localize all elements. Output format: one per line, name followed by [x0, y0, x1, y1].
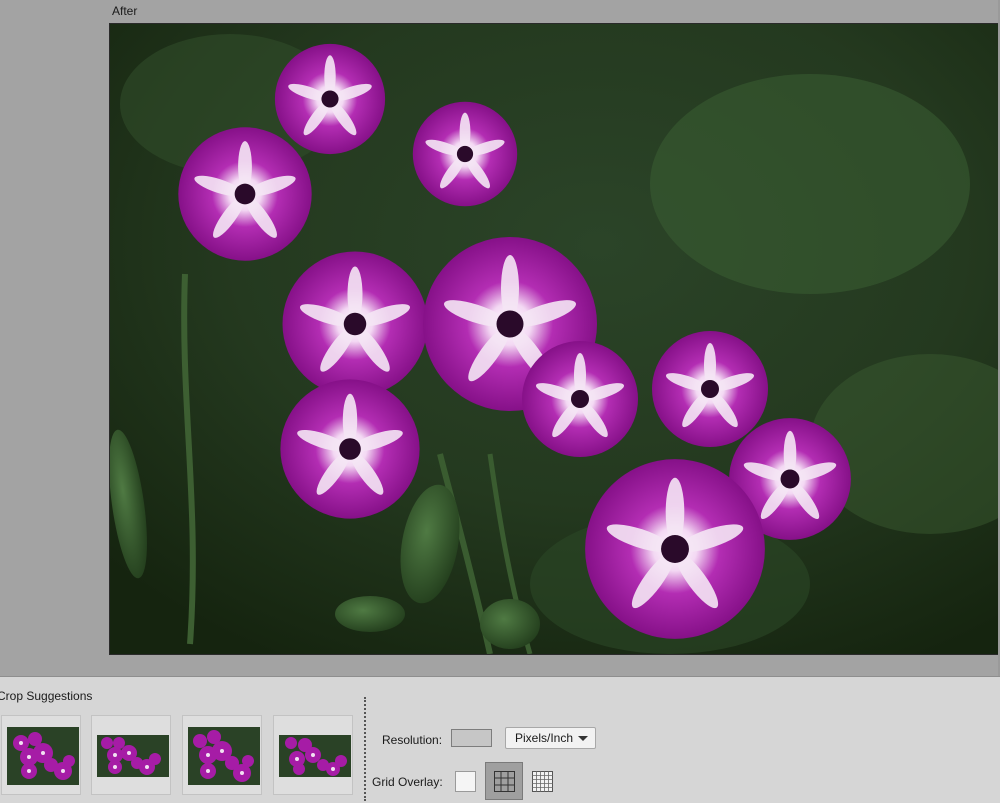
crop-suggestions-title: Crop Suggestions: [0, 689, 93, 703]
crop-suggestion-thumbnail[interactable]: [1, 715, 81, 795]
resolution-label: Resolution:: [382, 733, 443, 747]
crop-suggestion-thumbnail[interactable]: [91, 715, 171, 795]
crop-suggestion-image: [188, 727, 260, 785]
crop-suggestion-image: [279, 735, 351, 777]
crop-suggestion-thumbnail[interactable]: [182, 715, 262, 795]
photo-preview[interactable]: [109, 23, 999, 655]
fine-grid-icon: [532, 771, 553, 792]
grid-rule-of-thirds-button[interactable]: [485, 762, 523, 800]
grid-fine-button[interactable]: [532, 771, 553, 792]
chevron-down-icon: [578, 736, 588, 741]
crop-suggestion-thumbnail[interactable]: [273, 715, 353, 795]
flower-photo: [110, 24, 998, 654]
crop-options-panel: Crop Suggestions Resolution: Pixels/Inch…: [0, 676, 1000, 803]
grid-none-button[interactable]: [455, 771, 476, 792]
resolution-units-value: Pixels/Inch: [515, 731, 574, 745]
section-divider: [364, 697, 366, 801]
crop-suggestion-image: [7, 727, 79, 785]
rule-of-thirds-grid-icon: [494, 771, 515, 792]
crop-suggestion-image: [97, 735, 169, 777]
resolution-input[interactable]: [451, 729, 492, 747]
preview-label: After: [112, 4, 138, 18]
grid-overlay-label: Grid Overlay:: [372, 775, 443, 789]
resolution-units-dropdown[interactable]: Pixels/Inch: [505, 727, 596, 749]
